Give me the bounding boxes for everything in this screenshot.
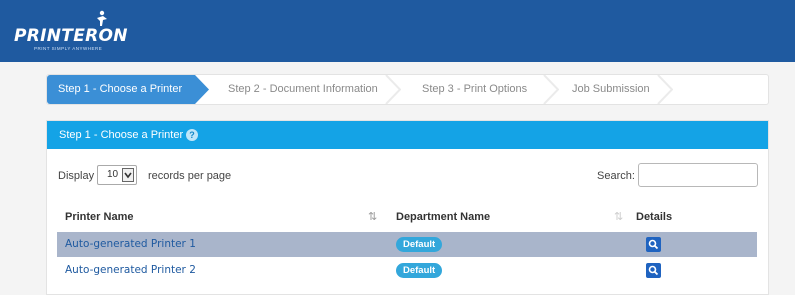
search-icon	[648, 239, 659, 250]
logo-wordmark: PRINTERON	[14, 26, 128, 46]
search-label: Search:	[597, 170, 635, 182]
step-label: Step 1 - Choose a Printer	[58, 83, 183, 95]
panel-title: Step 1 - Choose a Printer	[59, 129, 184, 141]
logo-tagline: PRINT SIMPLY ANYWHERE	[34, 46, 103, 51]
sort-icon[interactable]: ⇅	[368, 210, 377, 223]
step-arrow-active	[195, 75, 209, 104]
column-details: Details	[636, 211, 673, 223]
step-separator-chevron	[543, 75, 559, 104]
column-department-name[interactable]: Department Name	[396, 211, 490, 223]
department-badge: Default	[396, 263, 443, 278]
details-button[interactable]	[646, 263, 661, 278]
choose-printer-panel: Step 1 - Choose a Printer ? Display 10 r…	[46, 120, 769, 295]
step-2-tab[interactable]: Step 2 - Document Information	[228, 75, 398, 104]
printeron-logo[interactable]: PRINTERON PRINT SIMPLY ANYWHERE	[14, 10, 164, 54]
display-label: Display	[58, 170, 95, 182]
department-badge: Default	[396, 237, 443, 252]
step-separator-chevron	[385, 75, 401, 104]
search-icon	[648, 265, 659, 276]
question-circle-icon[interactable]: ?	[186, 129, 198, 141]
step-label: Job Submission	[572, 83, 650, 95]
step-3-tab[interactable]: Step 3 - Print Options	[422, 75, 552, 104]
details-button[interactable]	[646, 237, 661, 252]
step-wizard: Step 1 - Choose a Printer Step 2 - Docum…	[46, 74, 769, 105]
column-printer-name[interactable]: Printer Name	[65, 211, 133, 223]
records-per-page-label: records per page	[148, 170, 232, 182]
step-1-tab[interactable]: Step 1 - Choose a Printer	[47, 75, 195, 104]
step-label: Step 3 - Print Options	[422, 83, 528, 95]
search-input[interactable]	[638, 163, 758, 187]
panel-header: Step 1 - Choose a Printer ?	[47, 121, 768, 149]
sort-icon[interactable]: ⇅	[614, 210, 623, 223]
printer-name-link[interactable]: Auto-generated Printer 2	[65, 264, 196, 276]
table-row[interactable]: Auto-generated Printer 2 Default	[57, 258, 757, 283]
page-size-select[interactable]: 10	[97, 165, 137, 185]
app-header: PRINTERON PRINT SIMPLY ANYWHERE	[0, 0, 795, 62]
step-separator-chevron	[657, 75, 673, 104]
chevron-down-icon[interactable]	[122, 168, 134, 182]
page-size-value: 10	[107, 169, 119, 180]
printer-name-link[interactable]: Auto-generated Printer 1	[65, 238, 196, 250]
step-label: Step 2 - Document Information	[228, 83, 378, 95]
table-row[interactable]: Auto-generated Printer 1 Default	[57, 232, 757, 257]
